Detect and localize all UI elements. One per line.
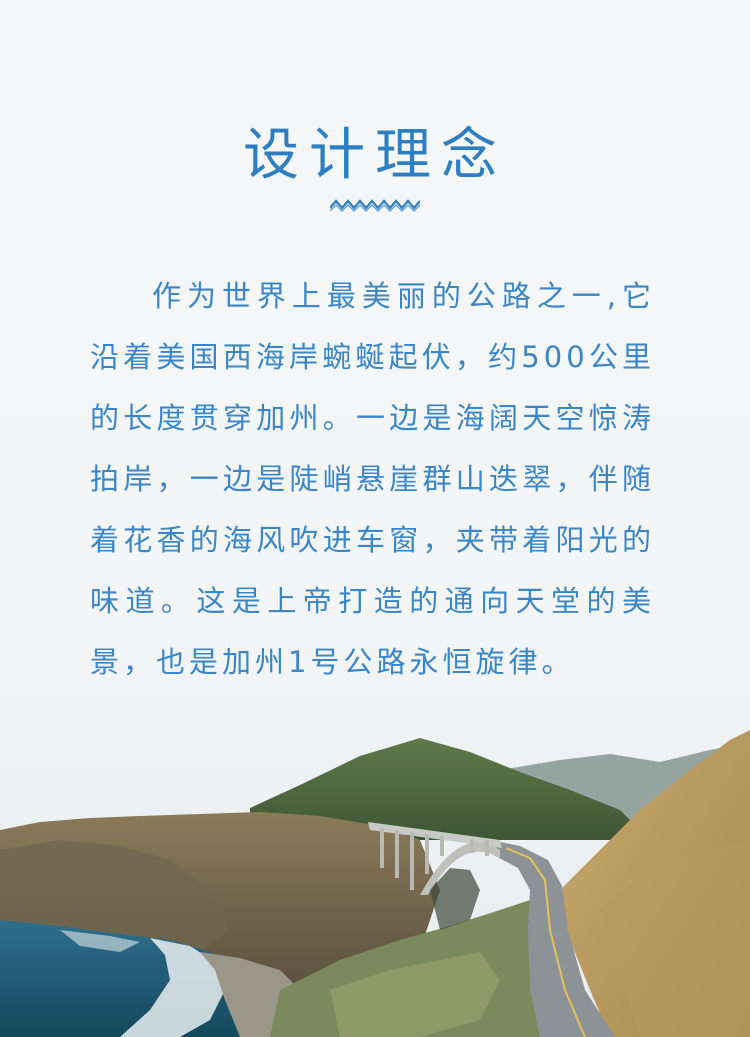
wave-divider-icon: [330, 199, 420, 212]
page: 设计理念 作为世界上最美丽的公路之一,它沿着美国西海岸蜿蜒起伏，约500公里的长…: [0, 0, 750, 1037]
design-concept-paragraph: 作为世界上最美丽的公路之一,它沿着美国西海岸蜿蜒起伏，约500公里的长度贯穿加州…: [90, 279, 655, 679]
page-title: 设计理念: [243, 123, 507, 188]
coastal-highway-bridge-illustration: [0, 730, 750, 1037]
